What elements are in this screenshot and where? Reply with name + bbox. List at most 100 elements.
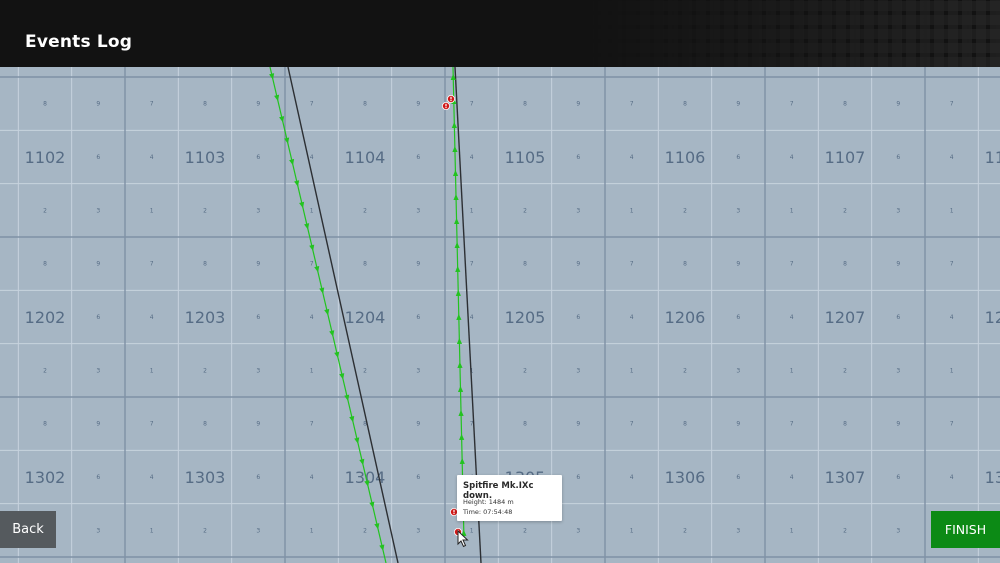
finish-button[interactable]: FINISH bbox=[931, 511, 1000, 548]
grid-sub-label: 6 bbox=[416, 474, 420, 481]
grid-sub-label: 8 bbox=[843, 421, 847, 428]
grid-sub-label: 2 bbox=[363, 207, 367, 214]
grid-sub-label: 8 bbox=[683, 101, 687, 108]
grid-sub-label: 8 bbox=[683, 261, 687, 268]
grid-square-label: 1207 bbox=[825, 308, 866, 327]
grid-sub-label: 6 bbox=[896, 474, 900, 481]
grid-sub-label: 6 bbox=[416, 314, 420, 321]
grid-sub-label: 6 bbox=[736, 474, 740, 481]
grid-sub-label: 6 bbox=[896, 154, 900, 161]
grid-sub-label: 7 bbox=[310, 421, 314, 428]
grid-sub-label: 2 bbox=[523, 527, 527, 534]
grid-square-label: 1103 bbox=[185, 148, 226, 167]
exclamation-circle-icon[interactable] bbox=[442, 102, 450, 110]
grid-square-label: 1307 bbox=[825, 468, 866, 487]
grid-sub-label: 9 bbox=[96, 261, 100, 268]
grid-sub-label: 3 bbox=[896, 207, 900, 214]
grid-sub-label: 4 bbox=[950, 154, 954, 161]
grid-sub-label: 9 bbox=[576, 261, 580, 268]
grid-sub-label: 3 bbox=[416, 367, 420, 374]
grid-sub-label: 9 bbox=[256, 101, 260, 108]
grid-sub-label: 4 bbox=[310, 474, 314, 481]
grid-sub-label: 3 bbox=[736, 367, 740, 374]
grid-sub-label: 2 bbox=[523, 367, 527, 374]
grid-square-label: 1203 bbox=[185, 308, 226, 327]
grid-sub-label: 1 bbox=[310, 527, 314, 534]
mouse-cursor-icon bbox=[457, 530, 469, 548]
grid-sub-label: 6 bbox=[256, 154, 260, 161]
grid-square-label: 1303 bbox=[185, 468, 226, 487]
grid-sub-label: 8 bbox=[843, 261, 847, 268]
page-title: Events Log bbox=[25, 32, 133, 52]
grid-sub-label: 8 bbox=[843, 101, 847, 108]
grid-sub-label: 8 bbox=[203, 101, 207, 108]
grid-sub-label: 9 bbox=[96, 101, 100, 108]
marker-dot bbox=[453, 513, 455, 515]
grid-sub-label: 1 bbox=[150, 527, 154, 534]
marker-mark bbox=[445, 103, 447, 107]
grid-square-label: 1204 bbox=[345, 308, 386, 327]
grid-sub-label: 2 bbox=[363, 367, 367, 374]
grid-sub-label: 1 bbox=[630, 367, 634, 374]
grid-sub-label: 8 bbox=[203, 261, 207, 268]
grid-sub-label: 8 bbox=[523, 101, 527, 108]
grid-square-label: 1205 bbox=[505, 308, 546, 327]
grid-sub-label: 7 bbox=[470, 261, 474, 268]
grid-sub-label: 7 bbox=[470, 101, 474, 108]
grid-square-label: 1107 bbox=[825, 148, 866, 167]
grid-sub-label: 6 bbox=[416, 154, 420, 161]
grid-sub-label: 9 bbox=[416, 261, 420, 268]
grid-sub-label: 7 bbox=[950, 101, 954, 108]
grid-sub-label: 2 bbox=[203, 527, 207, 534]
grid-sub-label: 7 bbox=[150, 421, 154, 428]
exclamation-circle-icon[interactable] bbox=[447, 95, 455, 103]
grid-sub-label: 3 bbox=[576, 367, 580, 374]
grid-sub-label: 8 bbox=[683, 421, 687, 428]
grid-sub-label: 3 bbox=[256, 207, 260, 214]
grid-sub-label: 2 bbox=[363, 527, 367, 534]
grid-sub-label: 9 bbox=[256, 261, 260, 268]
grid-sub-label: 1 bbox=[630, 207, 634, 214]
grid-sub-label: 6 bbox=[96, 154, 100, 161]
grid-sub-label: 3 bbox=[736, 527, 740, 534]
grid-square-label: 1108 bbox=[985, 148, 1000, 167]
marker-dot bbox=[450, 100, 452, 102]
grid-square-label: 1302 bbox=[25, 468, 66, 487]
grid-sub-label: 9 bbox=[416, 421, 420, 428]
grid-sub-label: 2 bbox=[683, 527, 687, 534]
grid-sub-label: 8 bbox=[363, 261, 367, 268]
grid-sub-label: 4 bbox=[790, 154, 794, 161]
grid-sub-label: 6 bbox=[736, 154, 740, 161]
grid-sub-label: 2 bbox=[843, 367, 847, 374]
grid-sub-label: 2 bbox=[203, 207, 207, 214]
grid-square-label: 1206 bbox=[665, 308, 706, 327]
grid-sub-label: 2 bbox=[683, 367, 687, 374]
grid-sub-label: 8 bbox=[43, 261, 47, 268]
grid-sub-label: 3 bbox=[96, 207, 100, 214]
grid-sub-label: 2 bbox=[843, 207, 847, 214]
grid-sub-label: 4 bbox=[150, 314, 154, 321]
back-button[interactable]: Back bbox=[0, 511, 56, 548]
grid-sub-label: 3 bbox=[736, 207, 740, 214]
grid-sub-label: 3 bbox=[896, 527, 900, 534]
grid-sub-label: 6 bbox=[896, 314, 900, 321]
grid-sub-label: 3 bbox=[416, 207, 420, 214]
grid-sub-label: 1 bbox=[950, 207, 954, 214]
grid-sub-label: 9 bbox=[896, 101, 900, 108]
grid-sub-label: 8 bbox=[203, 421, 207, 428]
grid-sub-label: 4 bbox=[790, 474, 794, 481]
marker-dot bbox=[445, 107, 447, 109]
grid-sub-label: 1 bbox=[310, 207, 314, 214]
grid-sub-label: 4 bbox=[630, 154, 634, 161]
grid-sub-label: 7 bbox=[150, 101, 154, 108]
grid-sub-label: 4 bbox=[630, 314, 634, 321]
header-pattern bbox=[570, 0, 1000, 67]
grid-square-label: 1102 bbox=[25, 148, 66, 167]
grid-sub-label: 4 bbox=[310, 314, 314, 321]
grid-sub-label: 4 bbox=[310, 154, 314, 161]
grid-sub-label: 7 bbox=[310, 101, 314, 108]
grid-sub-label: 6 bbox=[256, 314, 260, 321]
grid-sub-label: 4 bbox=[950, 314, 954, 321]
grid-sub-label: 8 bbox=[363, 101, 367, 108]
grid-sub-label: 7 bbox=[790, 421, 794, 428]
